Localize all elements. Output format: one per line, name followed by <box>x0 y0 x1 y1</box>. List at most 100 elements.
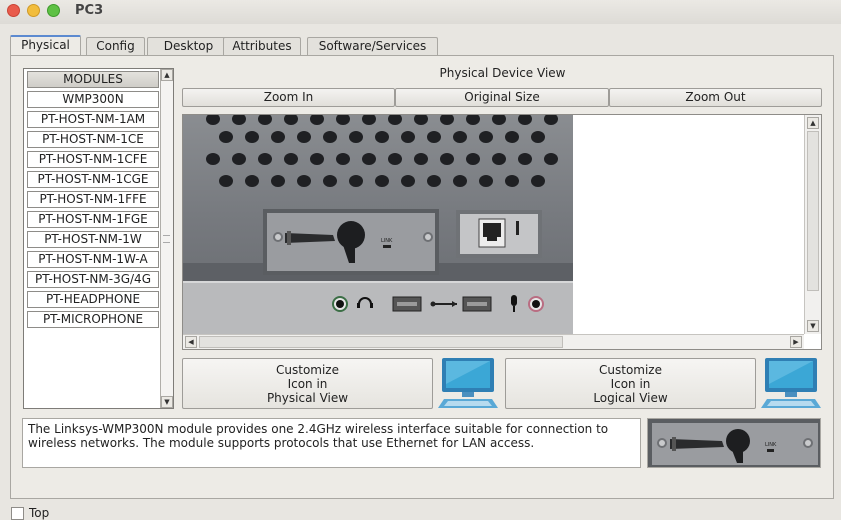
vent-hole <box>427 131 441 143</box>
physical-device-view-title: Physical Device View <box>439 66 566 80</box>
module-item[interactable]: PT-HOST-NM-1W-A <box>27 251 159 268</box>
window-title: PC3 <box>75 3 104 18</box>
vent-hole <box>388 153 402 165</box>
customize-physical-line: Physical View <box>266 391 349 405</box>
top-checkbox-label: Top <box>29 506 50 520</box>
scroll-right-arrow-icon[interactable]: ▶ <box>790 336 802 348</box>
vent-hole <box>453 175 467 187</box>
module-item[interactable]: PT-MICROPHONE <box>27 311 159 328</box>
vent-hole <box>375 175 389 187</box>
module-item[interactable]: PT-HEADPHONE <box>27 291 159 308</box>
vent-hole <box>479 175 493 187</box>
device-panel-image: LINK <box>183 115 573 335</box>
modules-list: MODULES WMP300N PT-HOST-NM-1AM PT-HOST-N… <box>23 68 174 409</box>
modules-header-button[interactable]: MODULES <box>27 71 159 88</box>
vent-hole <box>258 153 272 165</box>
tab-config[interactable]: Config <box>86 37 145 56</box>
module-item[interactable]: PT-HOST-NM-1CFE <box>27 151 159 168</box>
original-size-button[interactable]: Original Size <box>395 88 609 107</box>
vent-hole <box>505 131 519 143</box>
vent-hole <box>414 153 428 165</box>
minimize-window-button[interactable] <box>27 4 40 17</box>
modules-scrollbar[interactable]: ▲ ▼ <box>160 69 173 408</box>
scroll-down-arrow-icon[interactable]: ▼ <box>161 396 173 408</box>
vent-hole <box>219 131 233 143</box>
module-item[interactable]: PT-HOST-NM-1CE <box>27 131 159 148</box>
close-window-button[interactable] <box>7 4 20 17</box>
tab-software-services[interactable]: Software/Services <box>307 37 438 56</box>
vent-hole <box>453 131 467 143</box>
pc-icon <box>761 358 821 408</box>
link-label: LINK <box>381 238 393 244</box>
vent-hole <box>297 175 311 187</box>
vent-hole <box>440 153 454 165</box>
vent-hole <box>531 175 545 187</box>
wmp300n-thumbnail-image: LINK <box>648 419 820 467</box>
device-view-canvas: LINK <box>182 114 822 350</box>
module-item[interactable]: PT-HOST-NM-1FGE <box>27 211 159 228</box>
pc-icon <box>438 358 498 408</box>
vent-hole <box>245 175 259 187</box>
scroll-thumb[interactable] <box>807 131 819 291</box>
device-view-vertical-scrollbar[interactable]: ▲ ▼ <box>804 115 821 334</box>
customize-physical-line: Customize <box>276 363 339 377</box>
vent-hole <box>427 175 441 187</box>
vent-hole <box>518 153 532 165</box>
module-item[interactable]: PT-HOST-NM-1CGE <box>27 171 159 188</box>
vent-hole <box>401 175 415 187</box>
zoom-in-button[interactable]: Zoom In <box>182 88 395 107</box>
vent-hole <box>310 153 324 165</box>
vent-hole <box>336 153 350 165</box>
module-item[interactable]: WMP300N <box>27 91 159 108</box>
module-item[interactable]: PT-HOST-NM-1FFE <box>27 191 159 208</box>
vent-hole <box>206 153 220 165</box>
module-item[interactable]: PT-HOST-NM-1AM <box>27 111 159 128</box>
vent-hole <box>375 131 389 143</box>
vent-hole <box>219 175 233 187</box>
scroll-grip-icon <box>163 235 170 243</box>
vent-hole <box>531 131 545 143</box>
vent-hole <box>401 131 415 143</box>
scroll-up-arrow-icon[interactable]: ▲ <box>807 117 819 129</box>
ethernet-port <box>456 210 542 258</box>
customize-logical-line: Customize <box>599 363 662 377</box>
customize-logical-line: Icon in <box>610 377 651 391</box>
customize-physical-icon-button[interactable]: Customize Icon in Physical View <box>182 358 433 409</box>
vent-hole <box>323 131 337 143</box>
vent-hole <box>271 175 285 187</box>
wmp300n-module: LINK <box>263 209 439 275</box>
zoom-out-button[interactable]: Zoom Out <box>609 88 822 107</box>
tab-desktop[interactable]: Desktop <box>147 37 230 56</box>
module-thumbnail: LINK <box>647 418 821 468</box>
vent-hole <box>349 131 363 143</box>
customize-logical-icon-button[interactable]: Customize Icon in Logical View <box>505 358 756 409</box>
scroll-left-arrow-icon[interactable]: ◀ <box>185 336 197 348</box>
vent-hole <box>323 175 337 187</box>
top-checkbox[interactable] <box>11 507 24 520</box>
link-label: LINK <box>765 442 777 448</box>
customize-logical-line: Logical View <box>593 391 668 405</box>
module-description: The Linksys-WMP300N module provides one … <box>22 418 641 468</box>
module-item[interactable]: PT-HOST-NM-1W <box>27 231 159 248</box>
vent-hole <box>284 153 298 165</box>
vent-hole <box>544 153 558 165</box>
module-item[interactable]: PT-HOST-NM-3G/4G <box>27 271 159 288</box>
device-view-horizontal-scrollbar[interactable]: ◀ ▶ <box>183 334 804 349</box>
scroll-up-arrow-icon[interactable]: ▲ <box>161 69 173 81</box>
tab-attributes[interactable]: Attributes <box>223 37 301 56</box>
vent-hole <box>492 153 506 165</box>
customize-physical-line: Icon in <box>287 377 328 391</box>
vent-hole <box>297 131 311 143</box>
maximize-window-button[interactable] <box>47 4 60 17</box>
vent-hole <box>232 153 246 165</box>
vent-hole <box>505 175 519 187</box>
scroll-down-arrow-icon[interactable]: ▼ <box>807 320 819 332</box>
title-bar: PC3 <box>0 0 841 24</box>
vent-hole <box>245 131 259 143</box>
tab-physical[interactable]: Physical <box>10 35 81 56</box>
vent-hole <box>362 153 376 165</box>
scroll-thumb[interactable] <box>199 336 563 348</box>
vent-hole <box>349 175 363 187</box>
vent-hole <box>466 153 480 165</box>
vent-hole <box>271 131 285 143</box>
